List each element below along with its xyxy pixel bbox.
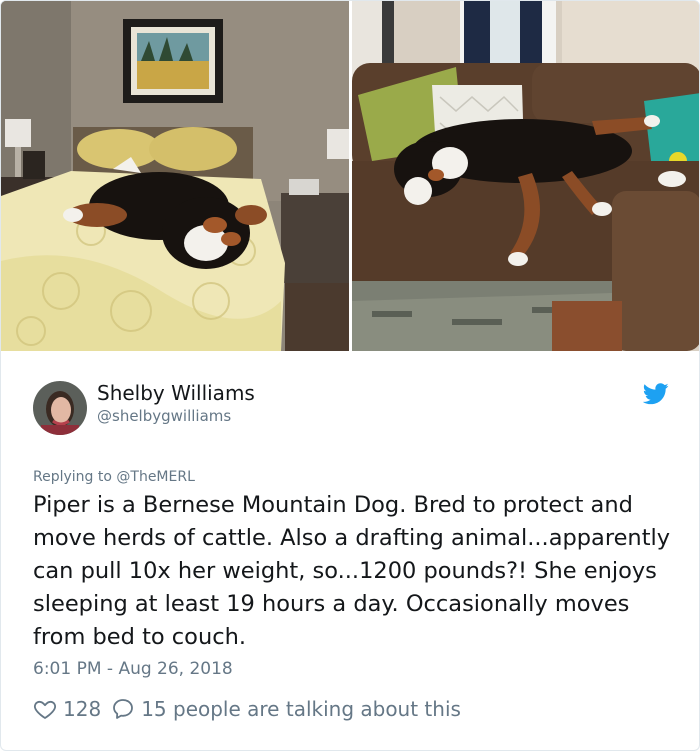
avatar[interactable] <box>33 381 87 435</box>
heart-icon[interactable] <box>33 697 57 721</box>
dog-on-bed-image <box>1 1 349 351</box>
avatar-image <box>33 381 87 435</box>
tweet-text: Piper is a Bernese Mountain Dog. Bred to… <box>33 492 671 650</box>
tweet-card: Shelby Williams @shelbygwilliams Replyin… <box>0 0 700 751</box>
tweet-timestamp[interactable]: 6:01 PM - Aug 26, 2018 <box>33 659 233 679</box>
like-count[interactable]: 128 <box>63 697 101 721</box>
dog-on-couch-image <box>352 1 699 351</box>
author-display-name[interactable]: Shelby Williams <box>97 381 255 405</box>
reply-mention-link[interactable]: @TheMERL <box>116 469 195 485</box>
conversation-link[interactable]: 15 people are talking about this <box>141 697 461 721</box>
replying-to-label: Replying to <box>33 469 117 485</box>
replying-to: Replying to @TheMERL <box>33 469 195 485</box>
tweet-actions: 128 15 people are talking about this <box>33 695 461 723</box>
photo-dog-on-couch[interactable] <box>352 1 699 351</box>
tweet-media <box>1 1 699 351</box>
speech-bubble-icon[interactable] <box>111 697 135 721</box>
twitter-bird-icon[interactable] <box>643 383 669 405</box>
photo-dog-on-bed[interactable] <box>1 1 349 351</box>
author-handle[interactable]: @shelbygwilliams <box>97 407 231 425</box>
